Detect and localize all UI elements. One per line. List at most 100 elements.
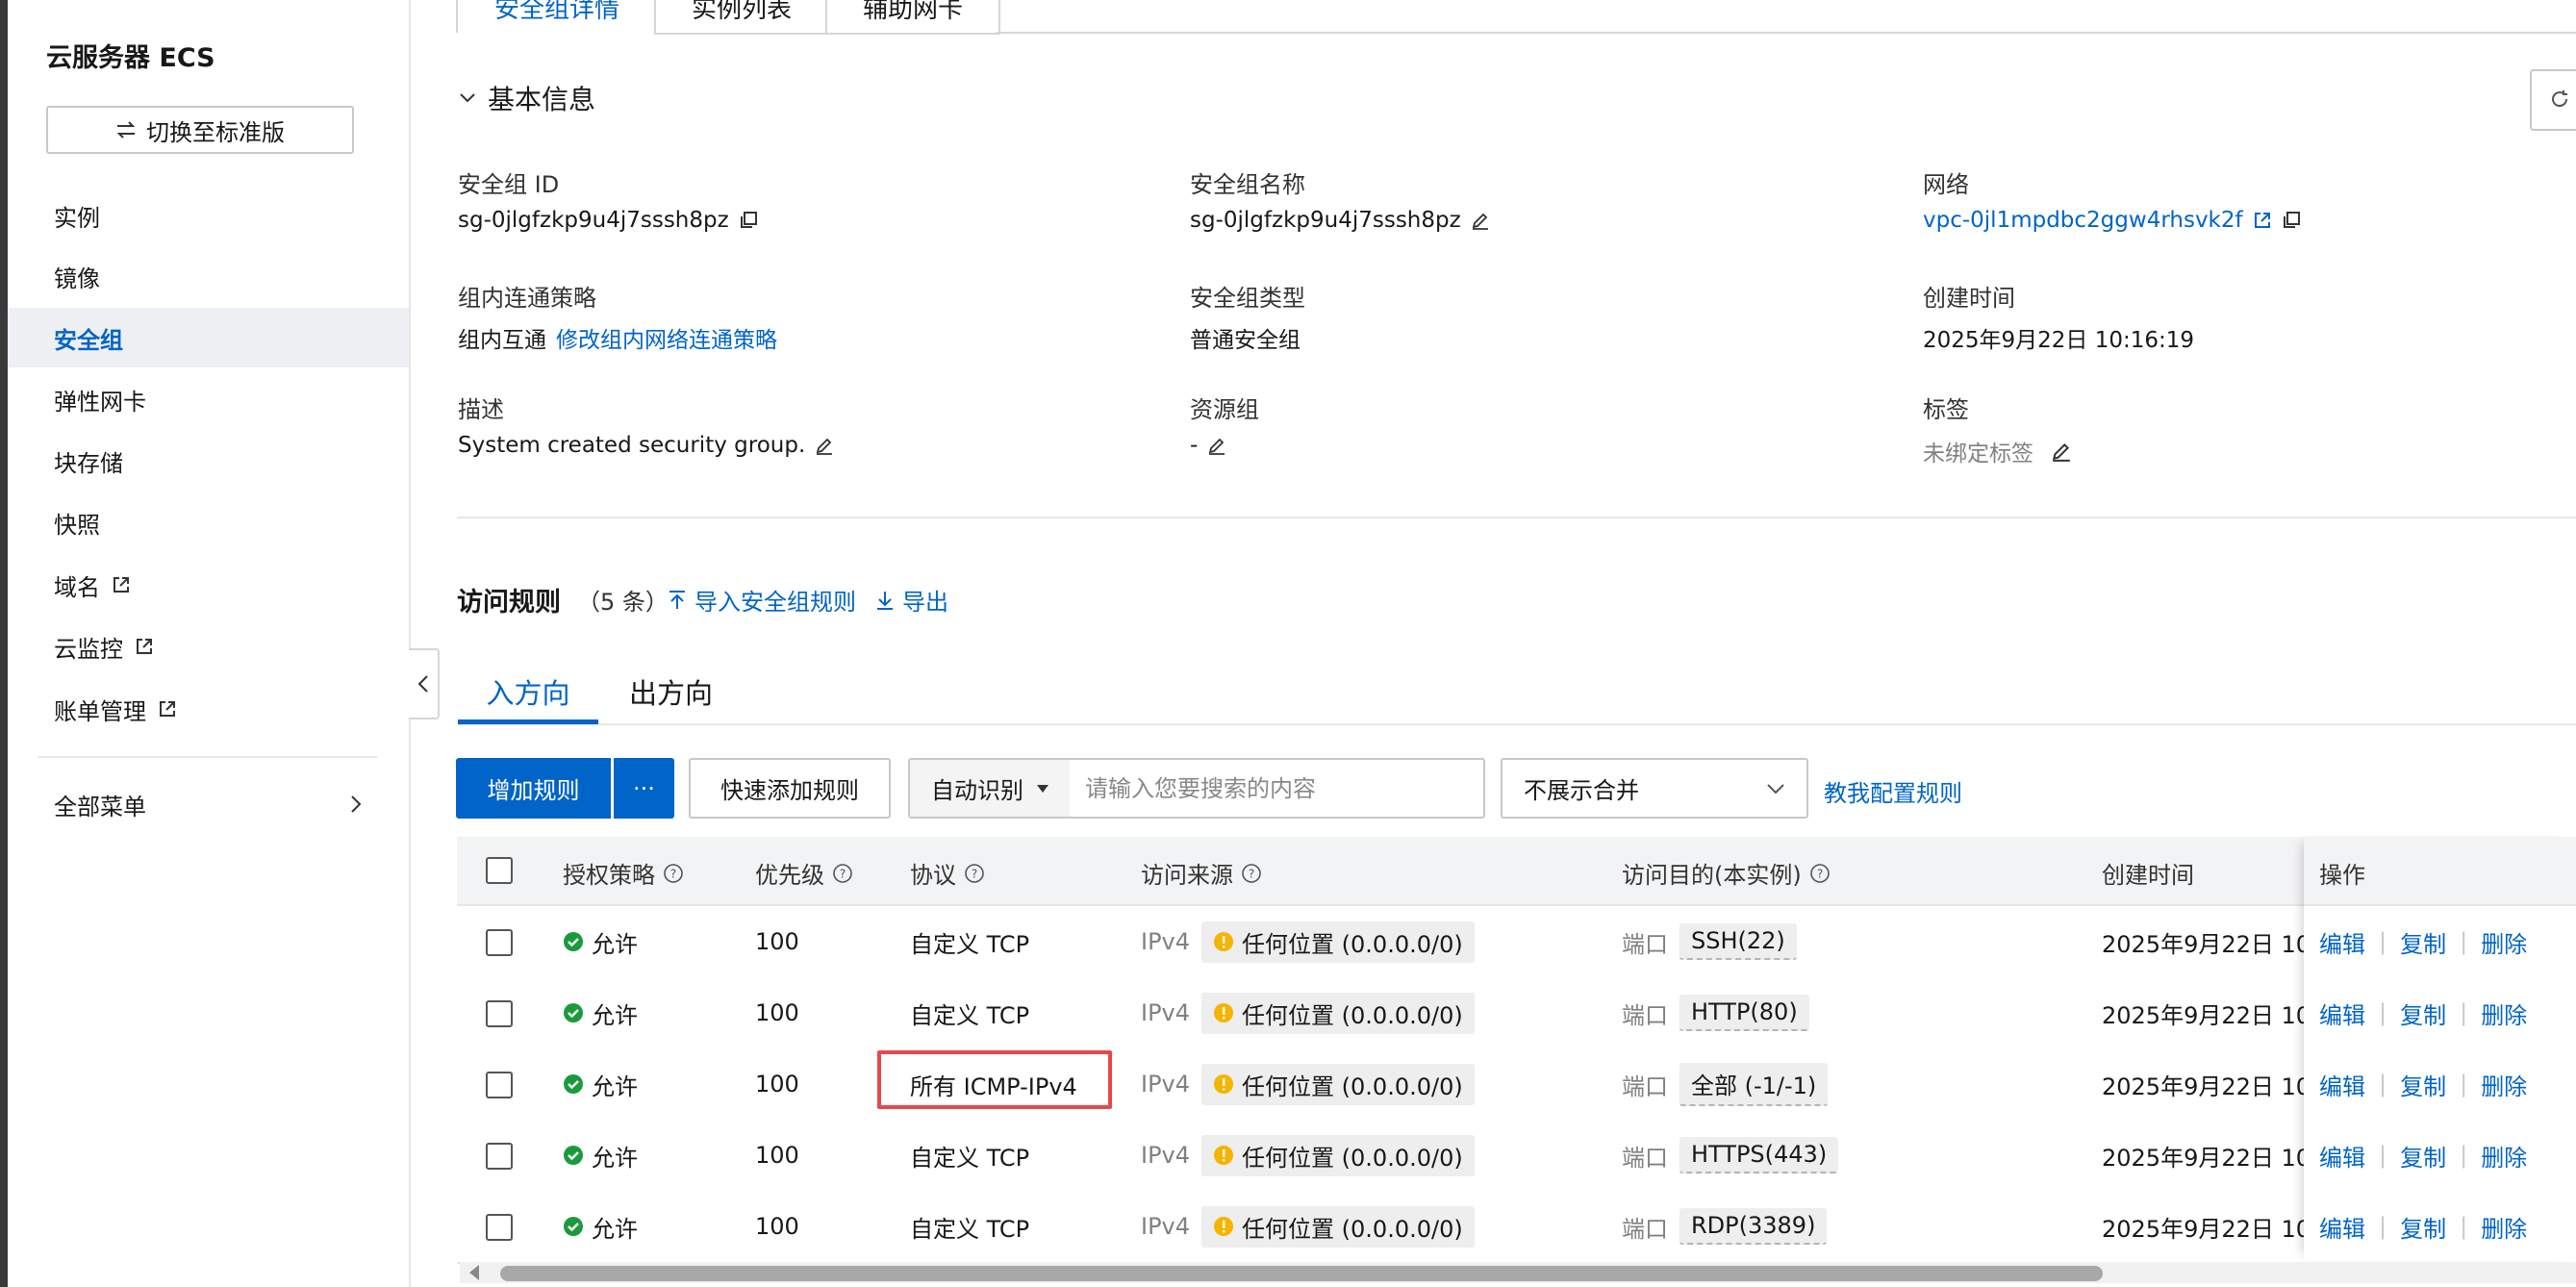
- scroll-left-icon[interactable]: [469, 1265, 481, 1280]
- copy-link[interactable]: 复制: [2400, 925, 2446, 959]
- sidebar-collapse-button[interactable]: [409, 648, 440, 719]
- refresh-button[interactable]: [2530, 69, 2576, 131]
- edit-link[interactable]: 编辑: [2319, 1068, 2365, 1101]
- tags-text: 未绑定标签: [1923, 442, 2033, 467]
- section-divider: [457, 517, 2576, 518]
- check-circle-icon: [563, 1216, 584, 1237]
- copy-link[interactable]: 复制: [2400, 1068, 2446, 1101]
- sidebar-item-cloud-monitor[interactable]: 云监控: [8, 617, 409, 676]
- svg-text:?: ?: [840, 867, 846, 880]
- basic-info-toggle[interactable]: 基本信息: [459, 79, 595, 117]
- tab-inbound[interactable]: 入方向: [458, 671, 598, 712]
- delete-link[interactable]: 删除: [2481, 1139, 2527, 1173]
- sidebar-item-label: 云监控: [54, 635, 123, 663]
- import-icon: [668, 590, 687, 611]
- row-checkbox[interactable]: [486, 1000, 513, 1027]
- sidebar-item-snapshots[interactable]: 快照: [8, 492, 409, 552]
- search-input[interactable]: [1083, 773, 1452, 803]
- dest-cell: 端口 全部 (-1/-1): [1622, 1048, 1829, 1120]
- dest-cell: 端口 RDP(3389): [1622, 1191, 1828, 1262]
- search-box: 自动识别: [908, 758, 1485, 819]
- row-checkbox[interactable]: [486, 929, 513, 956]
- edit-link[interactable]: 编辑: [2319, 925, 2365, 959]
- teach-config-link[interactable]: 教我配置规则: [1824, 774, 1962, 808]
- import-rules-link[interactable]: 导入安全组规则: [668, 583, 856, 617]
- edit-icon[interactable]: [2051, 441, 2072, 462]
- chevron-left-icon: [417, 673, 430, 694]
- priority-cell: 100: [755, 1071, 799, 1098]
- external-link-icon[interactable]: [2253, 211, 2272, 230]
- vpc-link[interactable]: vpc-0jl1mpdbc2ggw4rhsvk2f: [1923, 208, 2243, 233]
- help-icon[interactable]: ?: [832, 863, 853, 884]
- row-checkbox[interactable]: [486, 1072, 513, 1098]
- column-header-protocol: 协议?: [910, 856, 985, 890]
- copy-icon[interactable]: [2282, 211, 2301, 230]
- switch-standard-button[interactable]: 切换至标准版: [46, 106, 354, 154]
- delete-link[interactable]: 删除: [2481, 997, 2527, 1030]
- export-link[interactable]: 导出: [875, 583, 948, 617]
- sidebar-item-block-storage[interactable]: 块存储: [8, 431, 409, 491]
- help-icon[interactable]: ?: [663, 863, 684, 884]
- sidebar-item-security-groups[interactable]: 安全组: [8, 308, 409, 367]
- help-icon[interactable]: ?: [1241, 863, 1262, 884]
- warning-icon: [1213, 1002, 1234, 1023]
- created-value: 2025年9月22日 10:16:19: [1923, 328, 2195, 353]
- edit-link[interactable]: 编辑: [2319, 997, 2365, 1030]
- add-rule-button[interactable]: 增加规则: [456, 758, 611, 819]
- edit-icon[interactable]: [1471, 211, 1490, 230]
- all-menu-item[interactable]: 全部菜单: [8, 775, 409, 833]
- warning-icon: [1213, 1216, 1234, 1237]
- policy-label: 组内连通策略: [458, 285, 596, 312]
- copy-link[interactable]: 复制: [2400, 997, 2446, 1030]
- sg-name-value: sg-0jlgfzkp9u4j7sssh8pz: [1190, 208, 1490, 233]
- modify-policy-link[interactable]: 修改组内网络连通策略: [556, 321, 777, 354]
- sidebar-item-instances[interactable]: 实例: [8, 186, 409, 245]
- tab-instance-list[interactable]: 实例列表: [654, 0, 829, 35]
- resource-group-label: 资源组: [1190, 396, 1259, 423]
- external-link-icon: [135, 637, 154, 656]
- source-cell: IPv4 任何位置 (0.0.0.0/0): [1141, 1191, 1475, 1262]
- tab-security-group-details[interactable]: 安全组详情: [456, 0, 658, 33]
- select-all-checkbox[interactable]: [486, 857, 513, 884]
- column-header-dest: 访问目的(本实例)?: [1622, 856, 1831, 890]
- sidebar-item-domains[interactable]: 域名: [8, 555, 409, 615]
- quick-add-rule-button[interactable]: 快速添加规则: [689, 758, 891, 819]
- sidebar-item-billing[interactable]: 账单管理: [8, 679, 409, 739]
- delete-link[interactable]: 删除: [2481, 925, 2527, 959]
- edit-icon[interactable]: [815, 436, 834, 455]
- search-mode-select[interactable]: 自动识别: [910, 760, 1070, 817]
- source-cell: IPv4 任何位置 (0.0.0.0/0): [1141, 906, 1475, 977]
- external-link-icon: [158, 699, 177, 719]
- warning-icon: [1213, 1073, 1234, 1095]
- delete-link[interactable]: 删除: [2481, 1068, 2527, 1101]
- edit-link[interactable]: 编辑: [2319, 1139, 2365, 1173]
- scrollbar-thumb[interactable]: [500, 1266, 2103, 1281]
- tab-secondary-eni[interactable]: 辅助网卡: [825, 0, 1000, 35]
- help-icon[interactable]: ?: [964, 863, 985, 884]
- import-rules-label: 导入安全组规则: [695, 589, 856, 616]
- edit-link[interactable]: 编辑: [2319, 1210, 2365, 1244]
- sidebar-item-images[interactable]: 镜像: [8, 246, 409, 306]
- copy-link[interactable]: 复制: [2400, 1210, 2446, 1244]
- table-row: 允许 100 自定义 TCP IPv4 任何位置 (0.0.0.0/0) 端口 HT…: [457, 977, 2576, 1050]
- edit-icon[interactable]: [1207, 436, 1226, 455]
- delete-link[interactable]: 删除: [2481, 1210, 2527, 1244]
- sidebar-item-label: 安全组: [54, 326, 123, 354]
- row-checkbox[interactable]: [486, 1143, 513, 1170]
- more-actions-button[interactable]: ···: [614, 758, 674, 819]
- operations-column: 操作 编辑 | 复制 | 删除 编辑 | 复制 | 删除 编辑 | 复制 | 删除 编辑 | 复制 | 删除 编…: [2304, 837, 2576, 1260]
- policy-cell: 允许: [563, 1191, 638, 1262]
- sidebar-item-eni[interactable]: 弹性网卡: [8, 369, 409, 429]
- merge-select[interactable]: 不展示合并: [1501, 758, 1808, 819]
- help-icon[interactable]: ?: [1809, 863, 1831, 884]
- basic-info-heading: 基本信息: [488, 84, 596, 115]
- tab-outbound[interactable]: 出方向: [629, 671, 713, 712]
- copy-icon[interactable]: [739, 211, 758, 230]
- description-text: System created security group.: [458, 433, 806, 458]
- svg-text:?: ?: [1817, 867, 1823, 880]
- row-checkbox[interactable]: [486, 1214, 513, 1241]
- copy-link[interactable]: 复制: [2400, 1139, 2446, 1173]
- source-cell: IPv4 任何位置 (0.0.0.0/0): [1141, 977, 1475, 1048]
- search-mode-label: 自动识别: [931, 777, 1023, 804]
- external-link-icon: [112, 575, 131, 594]
